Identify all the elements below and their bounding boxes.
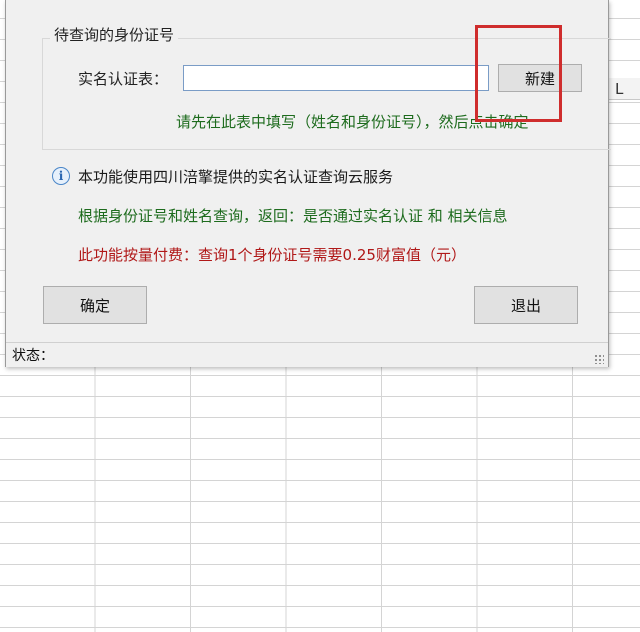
exit-button[interactable]: 退出 [474, 286, 578, 324]
verification-table-label: 实名认证表： [78, 70, 169, 88]
group-title: 待查询的身份证号 [50, 24, 179, 45]
status-label: 状态： [12, 348, 54, 364]
real-name-verification-dialog: 待查询的身份证号 实名认证表： 新建 请先在此表中填写（姓名和身份证号），然后点… [5, 0, 611, 367]
confirm-button[interactable]: 确定 [43, 286, 147, 324]
new-button[interactable]: 新建 [498, 64, 582, 92]
fill-in-hint: 请先在此表中填写（姓名和身份证号），然后点击确定 [176, 113, 529, 131]
fee-notice-text: 此功能按量付费：查询1个身份证号需要0.25财富值（元） [78, 246, 466, 264]
resize-grip-icon[interactable] [594, 354, 604, 364]
verification-table-input[interactable] [183, 65, 489, 91]
service-info-text: 本功能使用四川涪擎提供的实名认证查询云服务 [78, 168, 394, 186]
info-icon: i [52, 167, 70, 185]
query-description-text: 根据身份证号和姓名查询，返回：是否通过实名认证 和 相关信息 [78, 207, 508, 225]
id-query-group [42, 38, 611, 150]
status-bar: 状态： [6, 342, 608, 367]
